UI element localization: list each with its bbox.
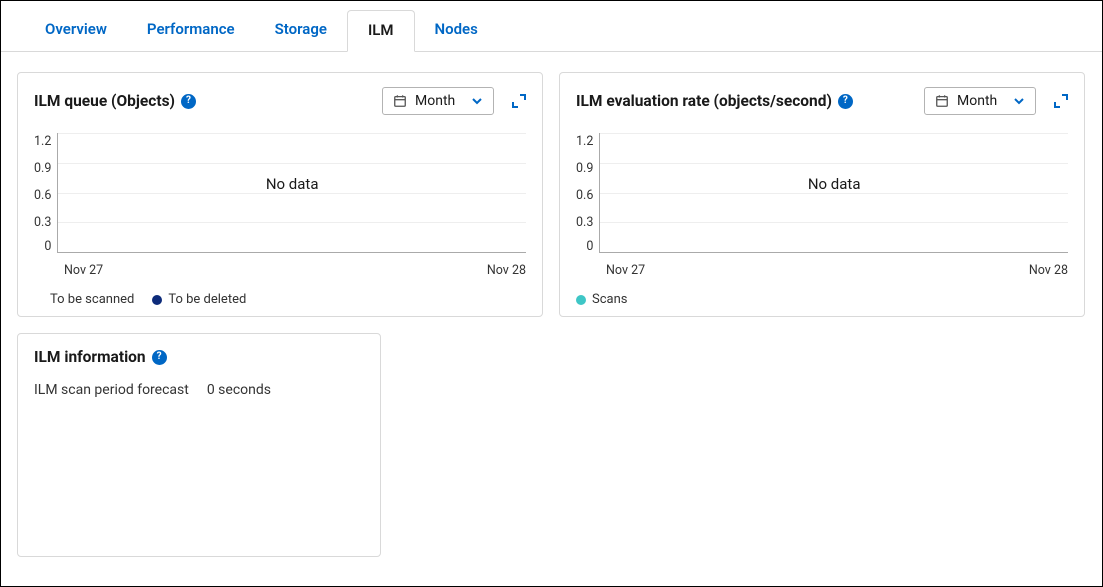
x-tick-start: Nov 27 [64, 263, 103, 278]
y-tick: 0.3 [576, 217, 593, 230]
legend-label: To be deleted [168, 292, 246, 307]
content-area: ILM queue (Objects) ? Month 1.2 0.9 [1, 52, 1102, 577]
legend-label: To be scanned [50, 292, 134, 307]
y-tick: 0 [586, 241, 593, 254]
y-tick: 0.9 [576, 163, 593, 176]
chart-area: 1.2 0.9 0.6 0.3 0 No data Nov 27 Nov 2 [34, 115, 526, 307]
swatch [576, 295, 586, 305]
calendar-icon [935, 94, 949, 108]
legend-label: Scans [592, 292, 627, 307]
card-controls: Month [382, 87, 526, 115]
legend-item-scans: Scans [576, 292, 627, 307]
y-axis: 1.2 0.9 0.6 0.3 0 [34, 133, 57, 253]
tab-nodes[interactable]: Nodes [415, 10, 498, 52]
swatch [34, 295, 44, 305]
y-tick: 1.2 [34, 136, 51, 149]
chart-area: 1.2 0.9 0.6 0.3 0 No data Nov 27 Nov 2 [576, 115, 1068, 307]
tab-ilm[interactable]: ILM [347, 10, 415, 52]
gridline [600, 133, 1068, 134]
card-title: ILM queue (Objects) [34, 92, 175, 110]
gridline [58, 163, 526, 164]
card-title-wrap: ILM information ? [34, 348, 364, 366]
help-icon[interactable]: ? [152, 350, 167, 365]
time-range-select[interactable]: Month [924, 87, 1036, 115]
card-title: ILM evaluation rate (objects/second) [576, 92, 832, 110]
card-controls: Month [924, 87, 1068, 115]
chevron-down-icon [1013, 95, 1025, 107]
card-title-wrap: ILM queue (Objects) ? [34, 92, 196, 110]
time-range-label: Month [415, 93, 455, 109]
tab-performance[interactable]: Performance [127, 10, 255, 52]
y-tick: 1.2 [576, 136, 593, 149]
help-icon[interactable]: ? [838, 94, 853, 109]
chart-plot: 1.2 0.9 0.6 0.3 0 No data [34, 133, 526, 253]
no-data-label: No data [266, 175, 319, 193]
expand-icon[interactable] [1054, 94, 1068, 108]
x-tick-end: Nov 28 [487, 263, 526, 278]
expand-icon[interactable] [512, 94, 526, 108]
calendar-icon [393, 94, 407, 108]
plot-surface: No data [599, 133, 1068, 253]
y-tick: 0.9 [34, 163, 51, 176]
card-header: ILM evaluation rate (objects/second) ? M… [576, 87, 1068, 115]
x-axis: Nov 27 Nov 28 [34, 253, 526, 278]
legend-item-scanned: To be scanned [34, 292, 134, 307]
y-tick: 0.6 [576, 190, 593, 203]
gridline [600, 222, 1068, 223]
info-value: 0 seconds [207, 382, 271, 398]
card-ilm-info: ILM information ? ILM scan period foreca… [17, 333, 381, 557]
plot-surface: No data [57, 133, 526, 253]
info-label: ILM scan period forecast [34, 382, 189, 398]
card-ilm-queue: ILM queue (Objects) ? Month 1.2 0.9 [17, 72, 543, 317]
help-icon[interactable]: ? [181, 94, 196, 109]
card-ilm-rate: ILM evaluation rate (objects/second) ? M… [559, 72, 1085, 317]
legend-item-deleted: To be deleted [152, 292, 246, 307]
chevron-down-icon [471, 95, 483, 107]
no-data-label: No data [808, 175, 861, 193]
tab-bar: Overview Performance Storage ILM Nodes [1, 1, 1102, 52]
swatch [152, 295, 162, 305]
chart-plot: 1.2 0.9 0.6 0.3 0 No data [576, 133, 1068, 253]
card-header: ILM queue (Objects) ? Month [34, 87, 526, 115]
gridline [58, 222, 526, 223]
x-tick-end: Nov 28 [1029, 263, 1068, 278]
time-range-label: Month [957, 93, 997, 109]
y-tick: 0.6 [34, 190, 51, 203]
y-axis: 1.2 0.9 0.6 0.3 0 [576, 133, 599, 253]
tab-storage[interactable]: Storage [255, 10, 347, 52]
time-range-select[interactable]: Month [382, 87, 494, 115]
x-axis: Nov 27 Nov 28 [576, 253, 1068, 278]
gridline [58, 133, 526, 134]
gridline [600, 163, 1068, 164]
y-tick: 0.3 [34, 217, 51, 230]
legend: To be scanned To be deleted [34, 278, 526, 307]
card-title: ILM information [34, 348, 146, 366]
tab-overview[interactable]: Overview [25, 10, 127, 52]
legend: Scans [576, 278, 1068, 307]
y-tick: 0 [44, 241, 51, 254]
info-row: ILM scan period forecast 0 seconds [34, 366, 364, 398]
x-tick-start: Nov 27 [606, 263, 645, 278]
card-title-wrap: ILM evaluation rate (objects/second) ? [576, 92, 853, 110]
